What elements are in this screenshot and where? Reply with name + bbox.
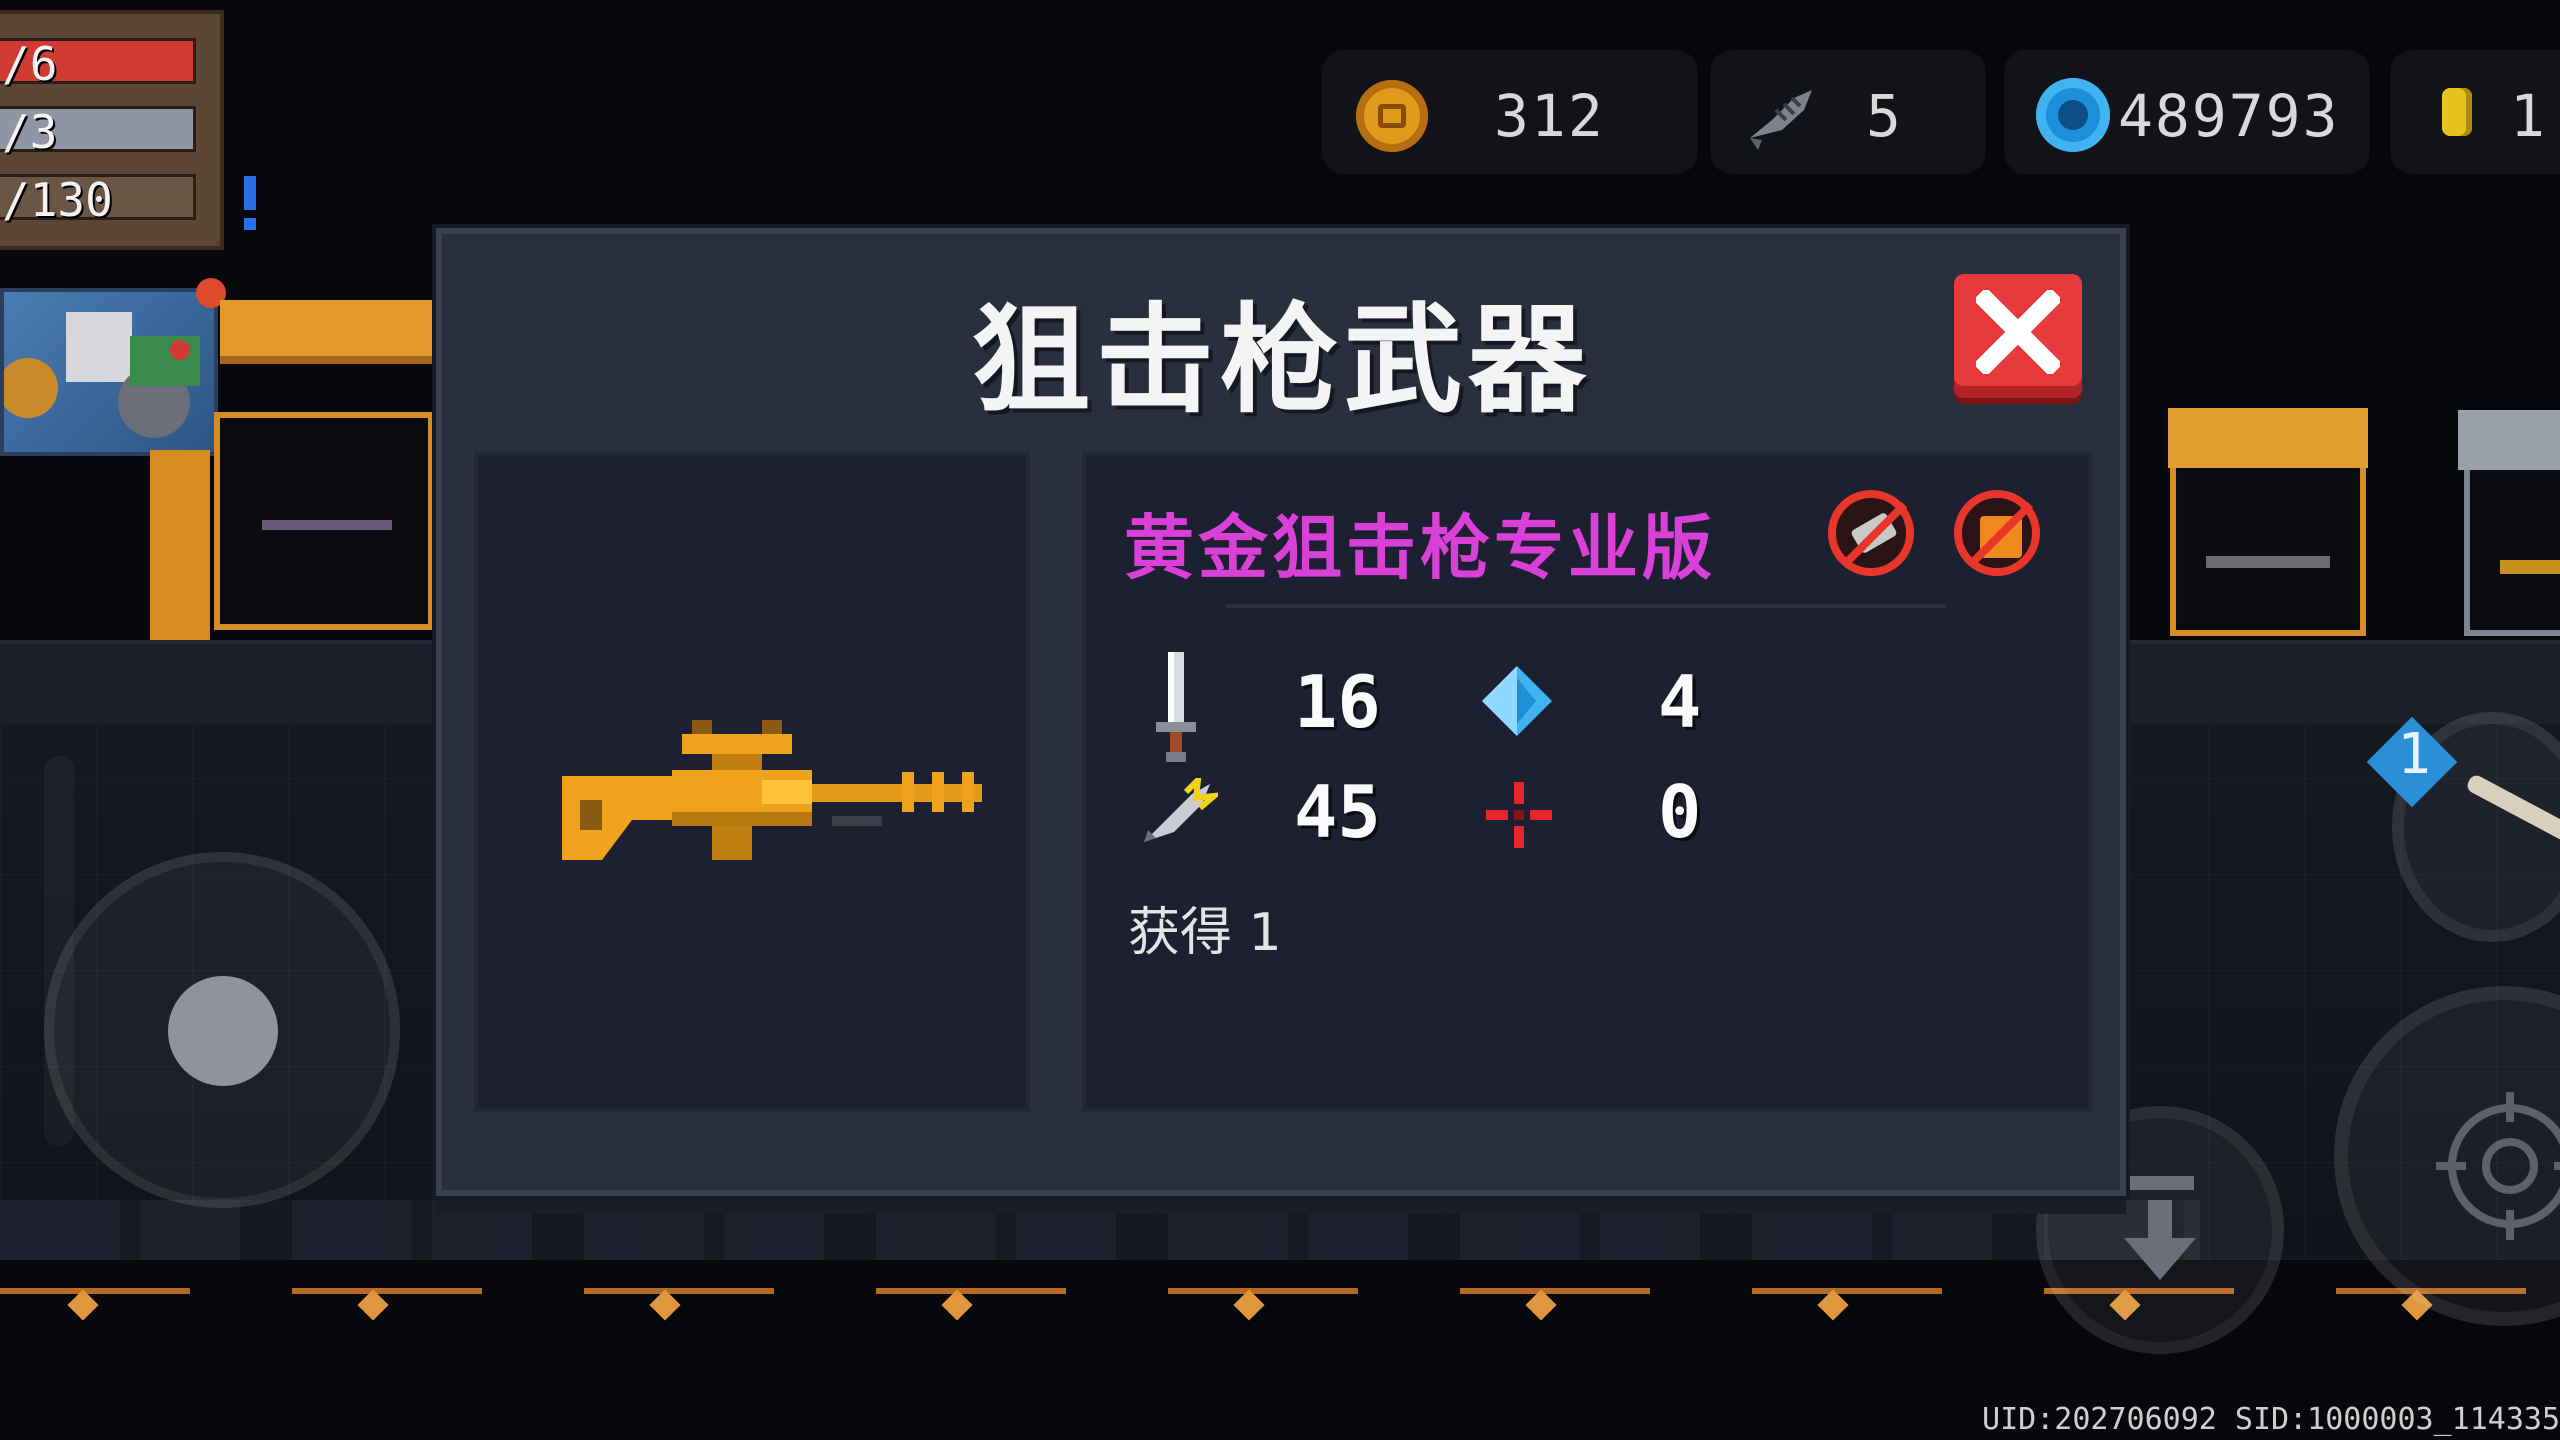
obtained-count: 获得 1 [1128,903,1282,963]
weapon-detail-panel: 黄金狙击枪专业版 16 4 45 0 获得 1 [1082,452,2092,1112]
gem-count: 489793 [2118,82,2340,150]
rail-diamond [1525,1289,1557,1321]
alert-icon [244,176,256,230]
energy-bar: /130 [0,174,196,223]
displayed-weapon [2206,556,2330,568]
rail-diamond [67,1289,99,1321]
weapon-name: 黄金狙击枪专业版 [1124,507,1716,589]
rail-diamond [649,1289,681,1321]
rail-diamond [1817,1289,1849,1321]
fish-count: 5 [1866,82,1903,150]
crit-value: 45 [1294,770,1381,854]
weapon-preview-panel [474,452,1030,1112]
golden-sniper-rifle-icon [562,720,982,860]
floor-tiles [0,1200,2200,1260]
no-box-icon [1954,490,2040,576]
joystick-knob[interactable] [168,976,278,1086]
spread-value: 0 [1658,770,1702,854]
uid-footer: UID:202706092 SID:1000003_114335 [1982,1402,2560,1437]
gem-icon [2036,78,2110,152]
weapon-info-dialog: 狙击枪武器 黄金狙击枪专业版 16 4 45 0 获得 1 [436,228,2126,1196]
energy-cost-value: 4 [1658,660,1702,744]
no-gun-icon [1828,490,1914,576]
energy-crystal-icon [1482,666,1552,736]
rail-diamond [357,1289,389,1321]
crosshair-icon [2436,1092,2560,1240]
coin-count: 312 [1494,82,1605,150]
coin-icon [1356,80,1428,152]
divider [1226,604,1946,608]
damage-value: 16 [1294,660,1381,744]
dialog-title: 狙击枪武器 [971,291,1592,429]
case-roof [2458,410,2560,470]
rail-diamond [1233,1289,1265,1321]
crit-icon [1144,778,1218,842]
displayed-weapon [262,520,392,530]
token-count: 1 [2510,82,2547,150]
armor-bar: /3 [0,106,196,155]
displayed-weapon [2500,560,2560,574]
case-roof [2168,408,2368,468]
down-arrow-icon [2124,1176,2196,1280]
skill-badge-count: 1 [2397,722,2431,787]
close-button[interactable] [1954,274,2082,398]
sword-icon [1156,652,1196,762]
rail-diamond [941,1289,973,1321]
spread-icon [1486,782,1552,848]
fish-icon [1750,90,1812,150]
hp-bar: /6 [0,38,196,87]
token-icon [2442,88,2472,136]
close-icon [1976,290,2060,374]
